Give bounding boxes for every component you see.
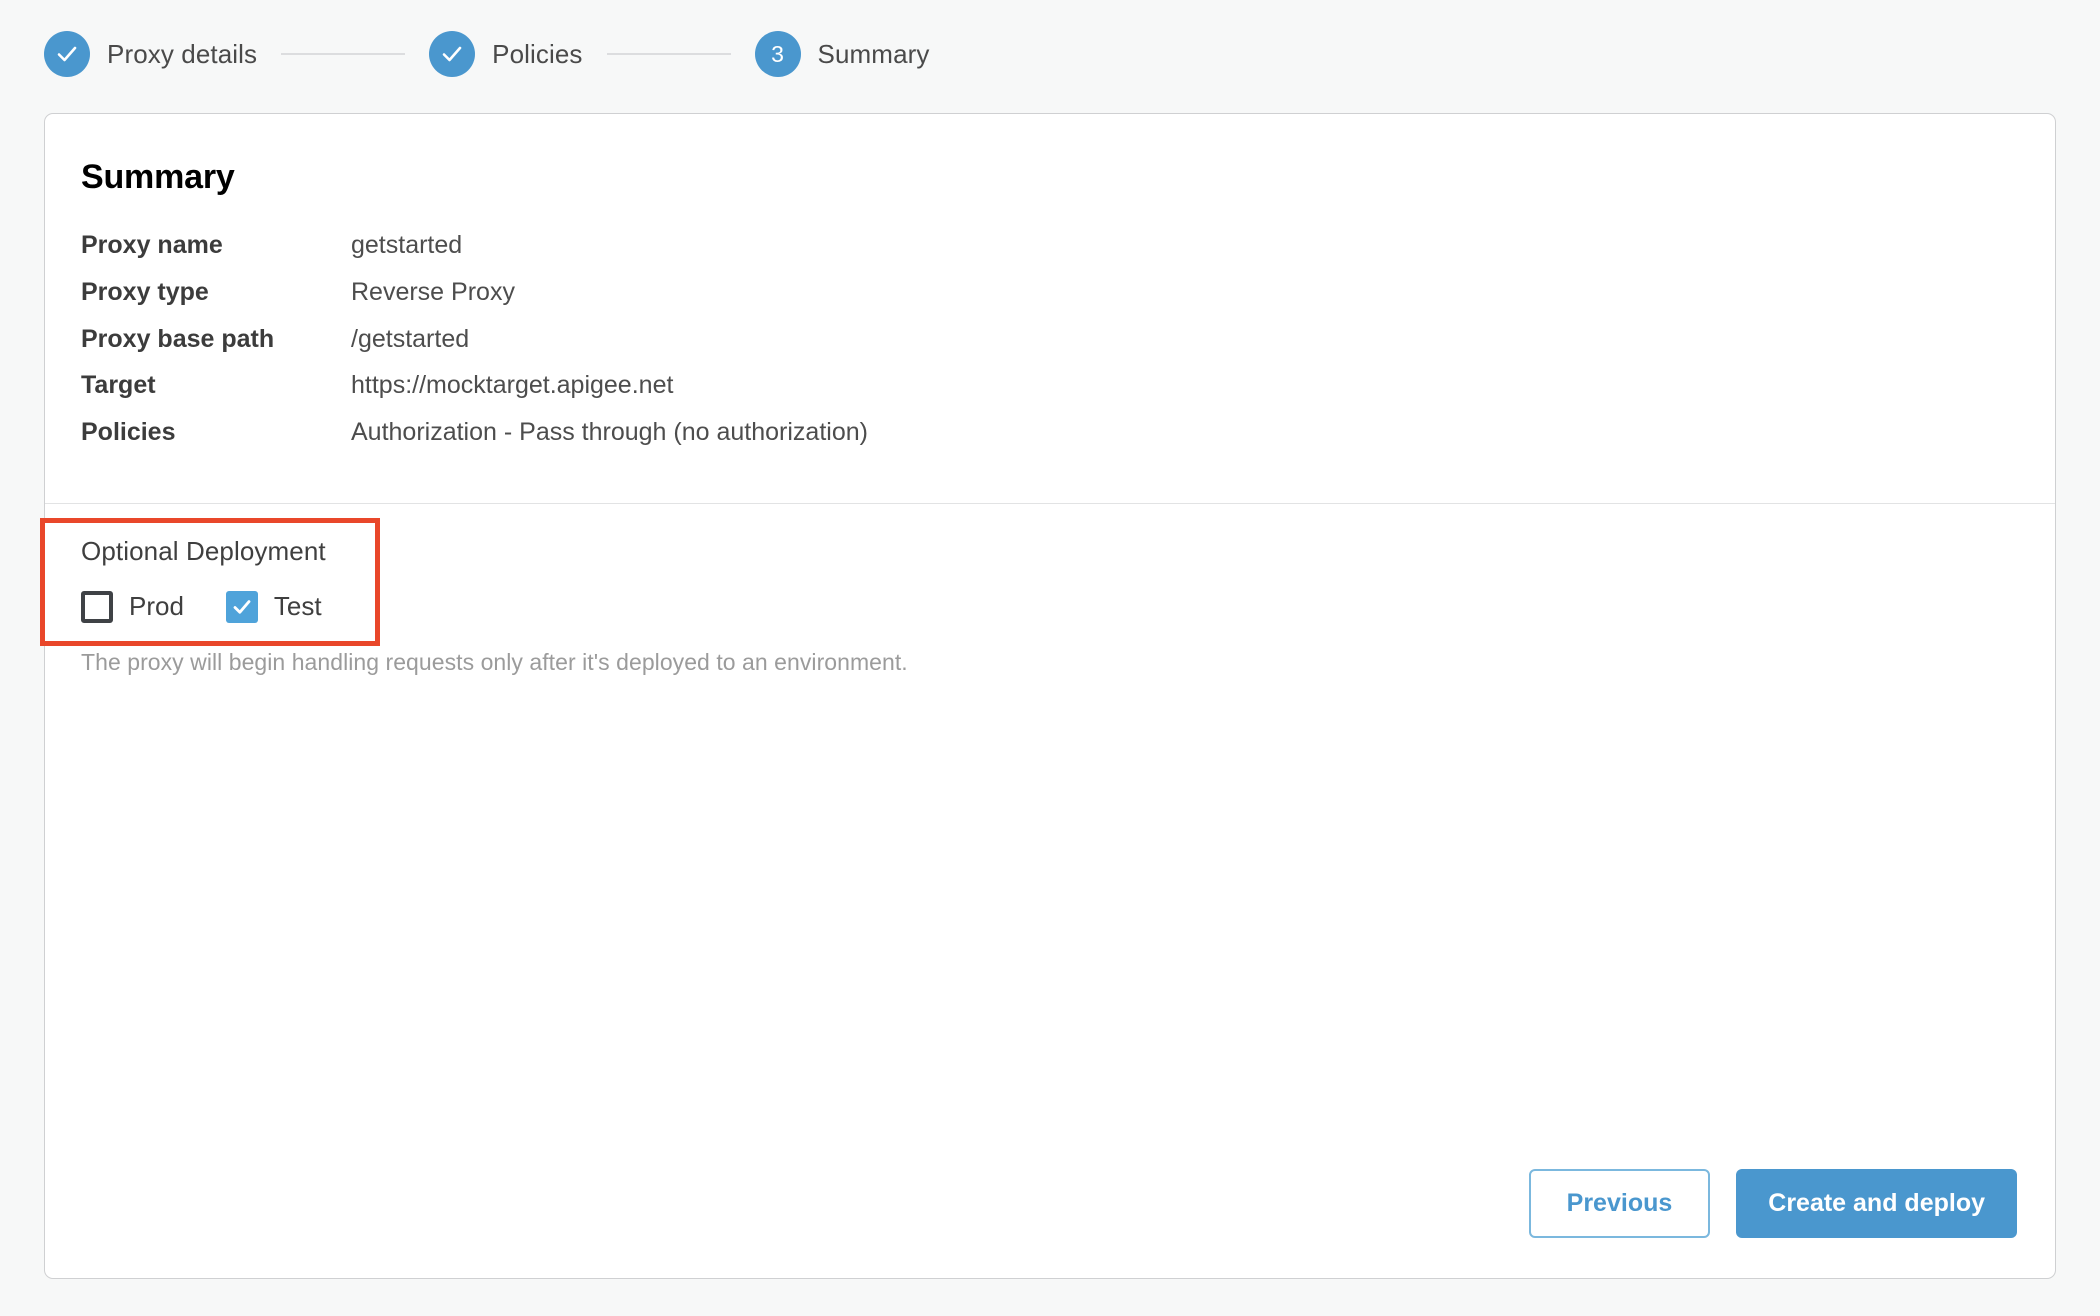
optional-deployment-title: Optional Deployment: [81, 535, 326, 566]
stepper-step-policies[interactable]: Policies: [429, 31, 582, 77]
checkbox-box-checked[interactable]: [225, 590, 258, 623]
step-complete-circle-1: [44, 31, 90, 77]
wizard-stepper: Proxy details Policies 3 Summary: [0, 0, 2100, 78]
create-and-deploy-button[interactable]: Create and deploy: [1736, 1169, 2017, 1238]
summary-details-section: Summary Proxy name getstarted Proxy type…: [45, 114, 2055, 503]
checkbox-box-unchecked[interactable]: [81, 590, 113, 623]
check-icon: [57, 46, 77, 62]
checkbox-label-test: Test: [273, 591, 322, 622]
stepper-label-policies: Policies: [492, 38, 583, 69]
step-complete-circle-2: [429, 31, 476, 77]
stepper-step-proxy-details[interactable]: Proxy details: [44, 31, 257, 77]
card-footer-actions: Previous Create and deploy: [45, 1169, 2055, 1278]
summary-card: Summary Proxy name getstarted Proxy type…: [40, 113, 2056, 1279]
summary-label-proxy-type: Proxy type: [81, 277, 209, 306]
table-row: Proxy type Reverse Proxy: [81, 278, 868, 325]
checkbox-test[interactable]: Test: [225, 590, 322, 623]
summary-value-proxy-type: Reverse Proxy: [351, 277, 515, 306]
stepper-step-summary[interactable]: 3 Summary: [754, 31, 930, 77]
stepper-connector-1: [281, 53, 406, 55]
stepper-connector-2: [606, 53, 731, 55]
previous-button[interactable]: Previous: [1528, 1169, 1711, 1238]
summary-table: Proxy name getstarted Proxy type Reverse…: [81, 231, 868, 465]
table-row: Policies Authorization - Pass through (n…: [81, 418, 868, 465]
summary-value-proxy-base-path: /getstarted: [351, 324, 470, 353]
step-current-circle-3: 3: [754, 31, 801, 77]
step-number: 3: [771, 40, 784, 67]
page-title: Summary: [81, 158, 235, 196]
table-row: Proxy base path /getstarted: [81, 325, 868, 372]
summary-label-proxy-base-path: Proxy base path: [81, 324, 275, 353]
card-empty-space: [45, 676, 2055, 1169]
summary-label-target: Target: [81, 371, 156, 400]
summary-label-policies: Policies: [81, 418, 176, 446]
stepper-label-proxy-details: Proxy details: [107, 38, 258, 69]
deployment-hint-text: The proxy will begin handling requests o…: [81, 648, 908, 675]
environment-checkbox-group: Prod Test: [81, 590, 2055, 623]
summary-label-proxy-name: Proxy name: [81, 231, 223, 259]
summary-value-target: https://mocktarget.apigee.net: [351, 371, 674, 400]
check-icon: [233, 599, 251, 614]
summary-value-policies: Authorization - Pass through (no authori…: [351, 418, 868, 446]
table-row: Target https://mocktarget.apigee.net: [81, 371, 868, 418]
table-row: Proxy name getstarted: [81, 231, 868, 278]
check-icon: [442, 46, 462, 62]
checkbox-label-prod: Prod: [129, 591, 184, 622]
stepper-label-summary: Summary: [817, 38, 930, 69]
checkbox-prod[interactable]: Prod: [81, 590, 184, 623]
optional-deployment-section: Optional Deployment Prod Test The proxy …: [40, 504, 2055, 676]
summary-value-proxy-name: getstarted: [351, 231, 463, 259]
